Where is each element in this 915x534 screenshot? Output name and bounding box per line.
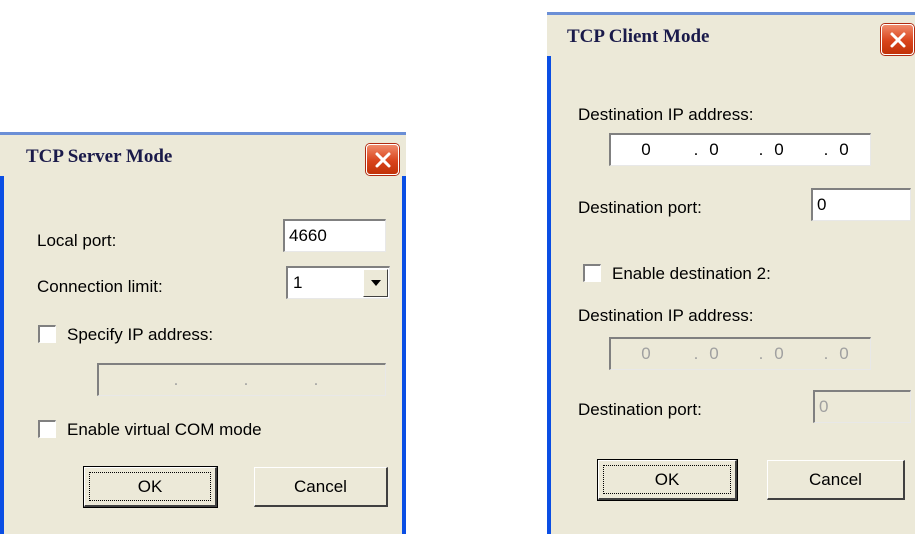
client-ok-button[interactable]: OK bbox=[597, 459, 738, 501]
tcp-server-dialog: TCP Server Mode Local port: 4660 Connect… bbox=[0, 132, 406, 534]
enable-destination-2-label[interactable]: Enable destination 2: bbox=[612, 264, 771, 284]
local-port-input[interactable]: 4660 bbox=[283, 219, 386, 252]
virtual-com-label[interactable]: Enable virtual COM mode bbox=[67, 420, 262, 440]
ip-separator: . bbox=[173, 370, 179, 389]
specify-ip-checkbox[interactable] bbox=[38, 325, 56, 343]
destination-2-ip-label: Destination IP address: bbox=[578, 306, 754, 325]
server-ok-button[interactable]: OK bbox=[83, 466, 218, 508]
server-title-bar[interactable]: TCP Server Mode bbox=[0, 132, 406, 176]
close-icon bbox=[375, 152, 390, 167]
destination-ip-octet-4[interactable]: 0 bbox=[829, 140, 859, 160]
specify-ip-label[interactable]: Specify IP address: bbox=[67, 325, 213, 345]
destination-2-ip-octet-3: 0 bbox=[774, 344, 784, 363]
chevron-down-icon bbox=[370, 280, 381, 286]
server-close-button[interactable] bbox=[366, 144, 399, 175]
client-title-bar[interactable]: TCP Client Mode bbox=[547, 12, 915, 56]
client-cancel-button[interactable]: Cancel bbox=[767, 460, 905, 500]
virtual-com-checkbox[interactable] bbox=[38, 420, 56, 438]
focus-ring bbox=[89, 472, 211, 501]
tcp-client-dialog: TCP Client Mode Destination IP address: … bbox=[547, 12, 915, 534]
local-port-label: Local port: bbox=[37, 231, 117, 250]
destination-ip-octet-2[interactable]: 0 bbox=[699, 140, 729, 160]
destination-port-input[interactable]: 0 bbox=[811, 188, 911, 221]
connection-limit-label: Connection limit: bbox=[37, 277, 163, 296]
destination-ip-octet-1[interactable]: 0 bbox=[631, 140, 661, 160]
connection-limit-select[interactable]: 1 bbox=[286, 266, 390, 299]
server-cancel-button[interactable]: Cancel bbox=[254, 467, 388, 507]
destination-ip-address-field[interactable]: 0 . 0 . 0 . 0 bbox=[609, 133, 871, 166]
ip-separator: . bbox=[243, 370, 249, 389]
connection-limit-dropdown-button[interactable] bbox=[363, 269, 388, 297]
client-dialog-title: TCP Client Mode bbox=[567, 26, 710, 47]
destination-2-port-input[interactable]: 0 bbox=[813, 390, 911, 423]
destination-ip-label: Destination IP address: bbox=[578, 105, 754, 124]
enable-destination-2-checkbox[interactable] bbox=[583, 264, 601, 282]
server-dialog-title: TCP Server Mode bbox=[26, 146, 173, 167]
destination-port-label: Destination port: bbox=[578, 198, 702, 217]
destination-2-ip-octet-1: 0 bbox=[641, 344, 651, 363]
destination-2-ip-octet-2: 0 bbox=[709, 344, 719, 363]
specify-ip-address-field[interactable]: . . . bbox=[97, 363, 386, 396]
destination-ip-octet-3[interactable]: 0 bbox=[764, 140, 794, 160]
client-cancel-label: Cancel bbox=[809, 469, 862, 489]
client-close-button[interactable] bbox=[881, 24, 914, 55]
ip-separator: . bbox=[313, 370, 319, 389]
server-cancel-label: Cancel bbox=[294, 476, 347, 496]
destination-2-port-label: Destination port: bbox=[578, 400, 702, 419]
destination-2-ip-address-field[interactable]: 0 . 0 . 0 . 0 bbox=[609, 337, 871, 370]
connection-limit-value: 1 bbox=[293, 273, 303, 292]
focus-ring bbox=[603, 465, 731, 494]
destination-2-ip-octet-4: 0 bbox=[839, 344, 849, 363]
close-icon bbox=[890, 32, 905, 47]
